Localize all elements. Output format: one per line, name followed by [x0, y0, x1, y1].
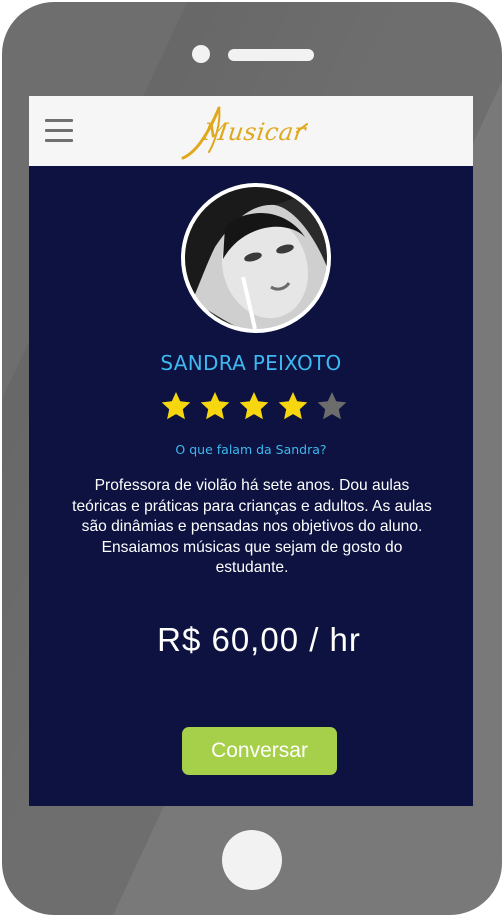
reviews-link[interactable]: O que falam da Sandra?: [29, 442, 473, 457]
earpiece-speaker: [228, 49, 314, 61]
home-button[interactable]: [222, 830, 282, 890]
hourly-price: R$ 60,00 / hr: [157, 621, 361, 658]
phone-frame: Musicar SANDRA PEIXOTO O que falam da Sa…: [2, 2, 502, 915]
hamburger-menu-icon[interactable]: [45, 119, 73, 143]
avatar: [181, 183, 331, 333]
star-filled-icon: [278, 392, 308, 420]
logo-wordmark: Musicar: [201, 118, 308, 146]
star-filled-icon: [161, 392, 191, 420]
teacher-bio: Professora de violão há sete anos. Dou a…: [72, 477, 432, 576]
star-filled-icon: [200, 392, 230, 420]
teacher-name: SANDRA PEIXOTO: [160, 351, 342, 375]
star-filled-icon: [239, 392, 269, 420]
profile-photo: [185, 187, 327, 329]
front-camera: [192, 45, 210, 63]
chat-button[interactable]: Conversar: [182, 727, 337, 775]
app-screen: Musicar SANDRA PEIXOTO O que falam da Sa…: [29, 96, 473, 806]
rating-stars: [160, 390, 360, 422]
app-header: Musicar: [29, 96, 473, 166]
star-empty-icon: [317, 392, 347, 420]
